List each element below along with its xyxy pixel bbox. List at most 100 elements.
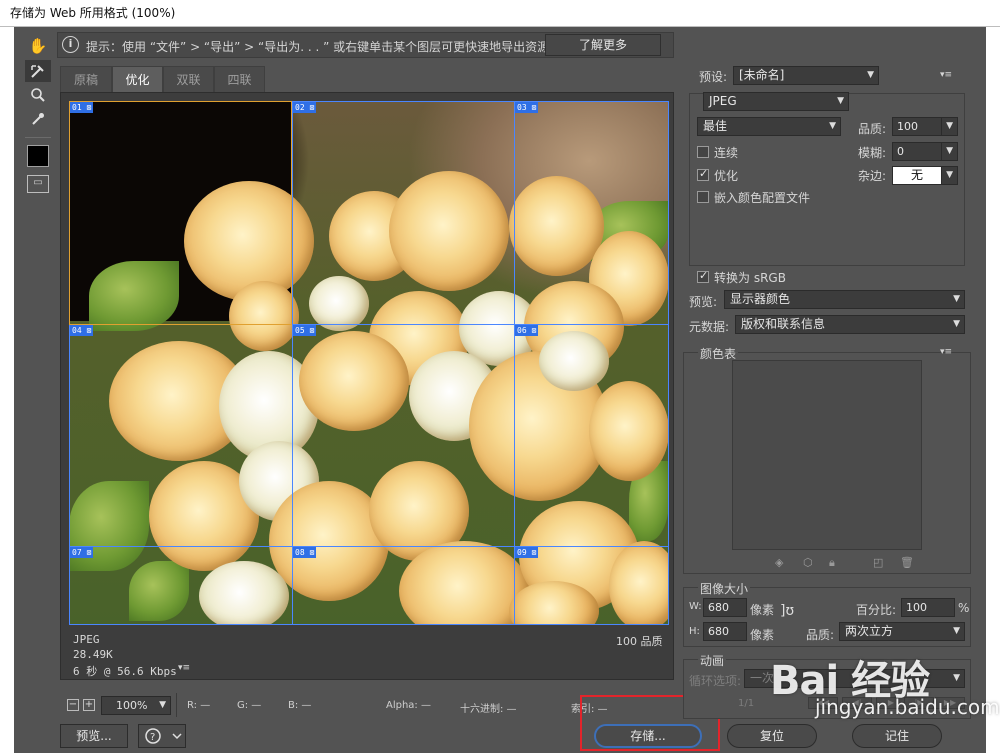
quality-input[interactable]: 100 — [892, 117, 942, 136]
svg-text:?: ? — [150, 732, 155, 743]
blur-label: 模糊: — [858, 146, 887, 160]
quality-preset-select[interactable]: 最佳 ▼ — [697, 117, 841, 136]
window-edge-right — [986, 27, 1000, 753]
link-icon[interactable]: ]ʊ — [780, 603, 794, 619]
lock-icon[interactable]: 🔒︎ — [829, 556, 835, 570]
preview-mode-select[interactable]: 显示器颜色 ▼ — [724, 290, 965, 309]
convert-srgb-label: 转换为 sRGB — [714, 271, 786, 285]
resample-select[interactable]: 两次立方 ▼ — [839, 622, 965, 641]
view-tabs: 原稿 优化 双联 四联 — [60, 66, 674, 92]
optimized-format: JPEG — [73, 633, 100, 646]
color-table-menu-icon[interactable]: ▾≡ — [940, 347, 952, 357]
percent-label: 百分比: — [856, 603, 897, 617]
hint-text: 提示：使用 “文件” > “导出” > “导出为. . . ” 或右键单击某个图… — [86, 40, 550, 54]
slice-visibility-icon[interactable]: ▭ — [27, 175, 49, 193]
zoom-in-button[interactable]: + — [83, 699, 95, 711]
image-size-title: 图像大小 — [698, 580, 751, 597]
preset-label: 预设: — [699, 70, 728, 84]
hand-icon[interactable]: ✋ — [25, 35, 51, 57]
width-input[interactable]: 680 — [703, 598, 747, 617]
trash-icon[interactable]: 🗑︎ — [900, 556, 914, 569]
slice-tag-09[interactable]: 09 ⊠ — [515, 547, 539, 558]
tab-original[interactable]: 原稿 — [60, 66, 112, 92]
animation-title: 动画 — [698, 652, 727, 669]
percent-unit: % — [958, 601, 970, 615]
loop-label: 循环选项: — [689, 674, 742, 688]
slice-tag-07[interactable]: 07 ⊠ — [70, 547, 94, 558]
tab-4up[interactable]: 四联 — [214, 66, 265, 92]
zoom-level-select[interactable]: 100% ▼ — [101, 696, 171, 715]
learn-more-button[interactable]: 了解更多 — [545, 34, 661, 56]
window-edge-left — [0, 27, 14, 753]
remember-button[interactable]: 记住 — [852, 724, 942, 748]
web-snap-icon[interactable]: ◈ — [775, 556, 783, 569]
metadata-select[interactable]: 版权和联系信息 ▼ — [735, 315, 965, 334]
toolbar-divider — [25, 137, 51, 138]
status-blue: B: — — [288, 700, 312, 711]
status-red: R: — — [187, 700, 211, 711]
convert-srgb-checkbox[interactable] — [697, 269, 709, 283]
status-alpha: Alpha: — — [386, 700, 431, 711]
width-unit: 像素 — [750, 603, 775, 617]
device-preview-button[interactable]: ? — [138, 724, 186, 748]
progressive-checkbox[interactable] — [697, 146, 709, 158]
slice-tag-01[interactable]: 01 ⊠ — [70, 102, 94, 113]
preview-mode-label: 预览: — [689, 295, 718, 309]
slice-line — [668, 101, 669, 625]
embed-profile-checkbox[interactable] — [697, 191, 709, 203]
width-label: W: — [689, 601, 702, 612]
optimized-label: 优化 — [714, 169, 739, 183]
progressive-label: 连续 — [714, 146, 739, 160]
matte-swatch[interactable]: 无 — [892, 166, 942, 185]
file-format-select[interactable]: JPEG ▼ — [703, 92, 849, 111]
optimized-quality: 100 品质 — [616, 635, 663, 648]
color-table-area[interactable] — [732, 360, 922, 550]
height-unit: 像素 — [750, 628, 775, 642]
optimized-checkbox[interactable] — [697, 167, 709, 181]
status-hex: 十六进制: — — [460, 704, 517, 715]
embed-profile-label: 嵌入颜色配置文件 — [714, 191, 811, 205]
matte-label: 杂边: — [858, 169, 887, 183]
slice-line — [69, 546, 669, 547]
window-title: 存储为 Web 所用格式 (100%) — [0, 0, 1000, 27]
preview-in-browser-button[interactable]: 预览... — [60, 724, 128, 748]
slice-select-icon[interactable] — [25, 60, 51, 82]
slice-tag-05[interactable]: 05 ⊠ — [293, 325, 317, 336]
info-icon: i — [62, 36, 79, 53]
tab-2up[interactable]: 双联 — [163, 66, 214, 92]
eyedropper-icon[interactable] — [25, 108, 51, 130]
download-speed-menu-icon[interactable]: ▾≡ — [178, 663, 190, 673]
baidu-watermark-url: jingyan.baidu.com — [815, 695, 1000, 719]
slice-tag-02[interactable]: 02 ⊠ — [293, 102, 317, 113]
eyedropper-color-swatch[interactable] — [27, 145, 49, 167]
preset-select[interactable]: [未命名] ▼ — [733, 66, 879, 85]
matte-select-toggle[interactable]: ▼ — [941, 166, 958, 185]
blur-input[interactable]: 0 — [892, 142, 942, 161]
slice-tag-06[interactable]: 06 ⊠ — [515, 325, 539, 336]
slice-line — [69, 624, 669, 625]
slice-tag-08[interactable]: 08 ⊠ — [293, 547, 317, 558]
blur-slider-toggle[interactable]: ▼ — [941, 142, 958, 161]
status-divider — [176, 693, 177, 717]
reset-button[interactable]: 复位 — [727, 724, 817, 748]
new-color-icon[interactable]: ◰ — [873, 556, 883, 569]
download-time: 6 秒 @ 56.6 Kbps — [73, 665, 177, 678]
optimized-file-size: 28.49K — [73, 648, 113, 661]
quality-slider-toggle[interactable]: ▼ — [941, 117, 958, 136]
frame-counter: 1/1 — [738, 698, 755, 709]
selected-slice-outline — [69, 101, 292, 325]
panel-menu-icon[interactable]: ▾≡ — [940, 70, 952, 80]
cube-icon[interactable]: ⬡ — [803, 556, 813, 569]
height-input[interactable]: 680 — [703, 622, 747, 641]
metadata-label: 元数据: — [689, 320, 730, 334]
slice-tag-03[interactable]: 03 ⊠ — [515, 102, 539, 113]
height-label: H: — [689, 626, 700, 637]
percent-input[interactable]: 100 — [901, 598, 955, 617]
quality-label: 品质: — [858, 122, 887, 136]
slice-tag-04[interactable]: 04 ⊠ — [70, 325, 94, 336]
status-green: G: — — [237, 700, 262, 711]
zoom-icon[interactable] — [25, 84, 51, 106]
resample-label: 品质: — [806, 628, 835, 642]
tab-optimized[interactable]: 优化 — [112, 66, 163, 92]
zoom-out-button[interactable]: − — [67, 699, 79, 711]
